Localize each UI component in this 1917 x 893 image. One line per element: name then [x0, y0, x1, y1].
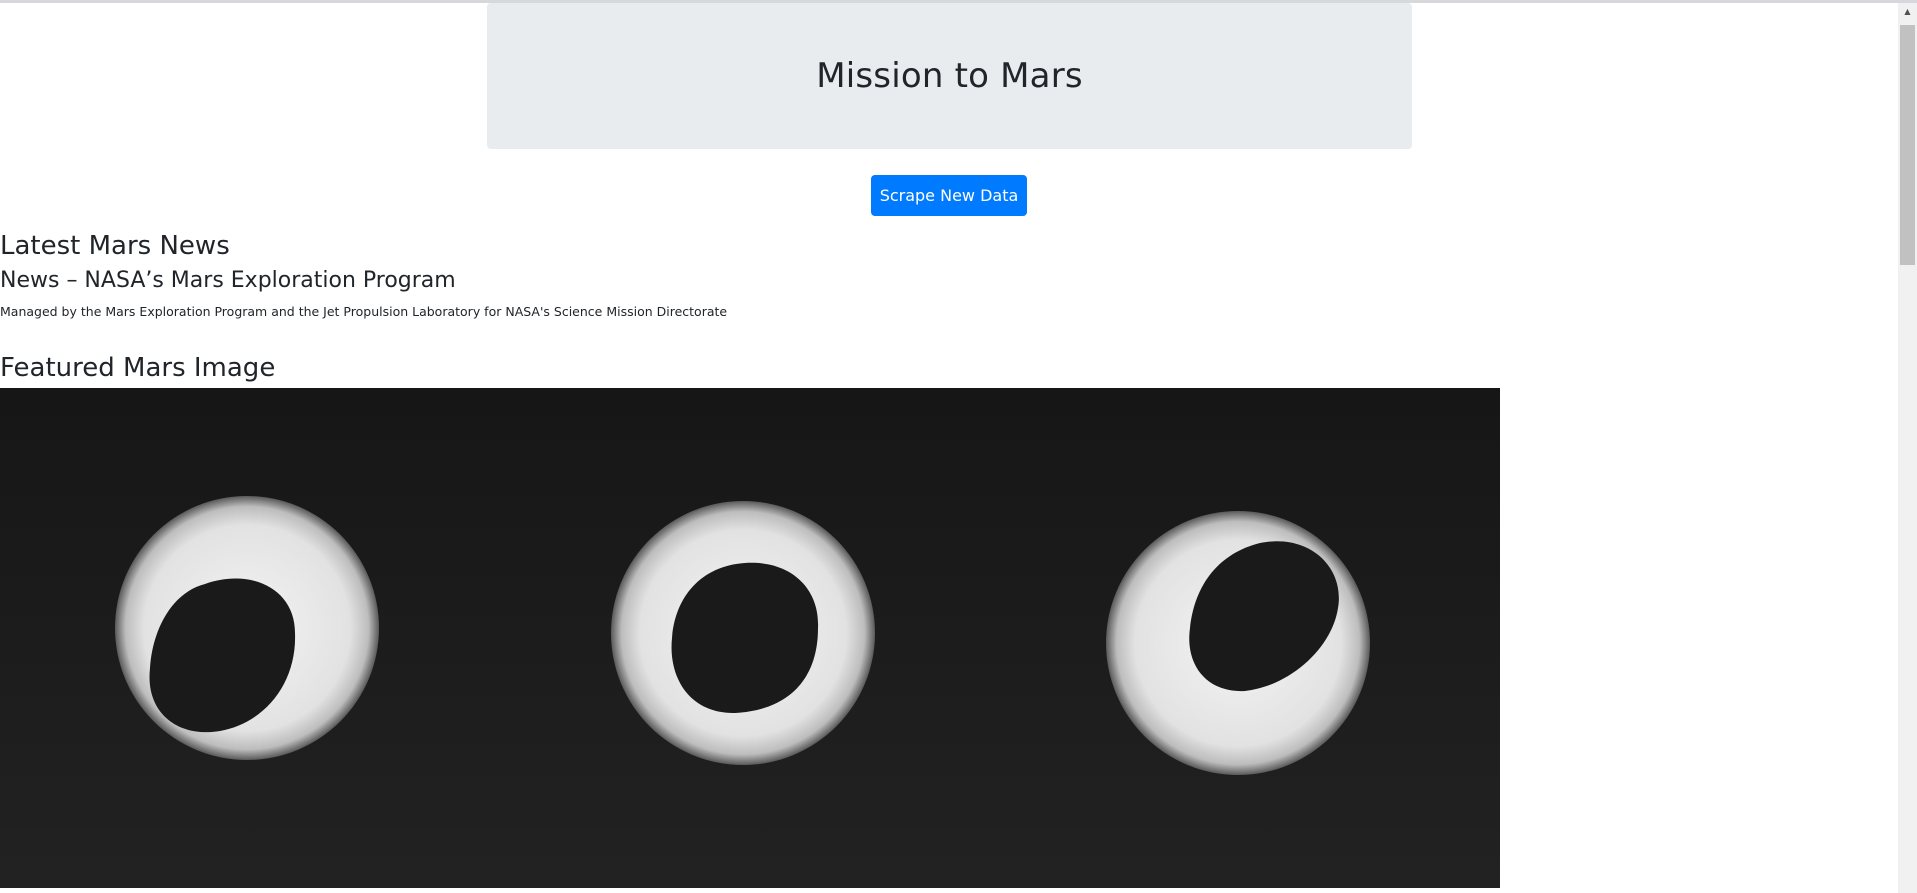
featured-mars-image: [0, 388, 1500, 888]
jumbotron-header: Mission to Mars: [487, 3, 1412, 149]
scrape-new-data-button[interactable]: Scrape New Data: [871, 175, 1027, 216]
scroll-up-arrow-icon[interactable]: ▲: [1898, 3, 1917, 20]
latest-news-heading: Latest Mars News: [0, 231, 230, 261]
page-content: Mission to Mars Scrape New Data Latest M…: [0, 3, 1898, 893]
scroll-thumb[interactable]: [1900, 25, 1915, 265]
featured-image-graphic: [0, 388, 1500, 888]
page-title: Mission to Mars: [816, 56, 1083, 96]
featured-image-heading: Featured Mars Image: [0, 353, 276, 383]
news-paragraph: Managed by the Mars Exploration Program …: [0, 304, 728, 319]
news-title: News – NASA’s Mars Exploration Program: [0, 268, 456, 293]
vertical-scrollbar[interactable]: ▲: [1898, 3, 1917, 893]
